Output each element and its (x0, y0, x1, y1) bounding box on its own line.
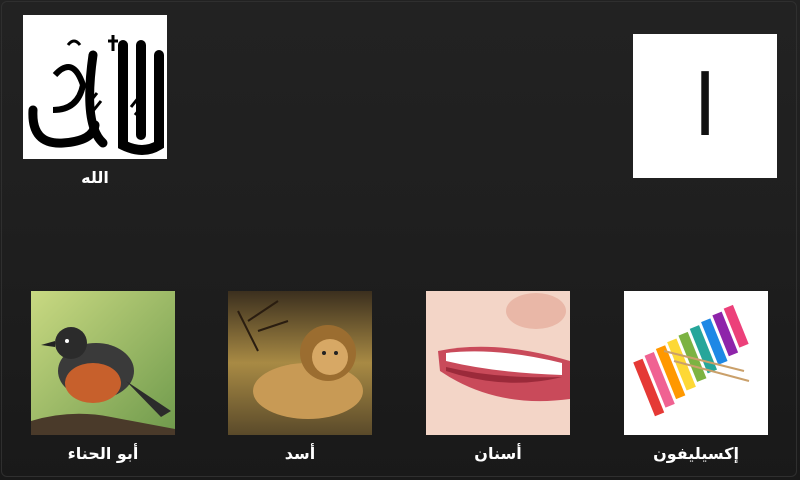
robin-bird-image (31, 291, 175, 435)
allah-calligraphy-tile[interactable] (23, 15, 167, 159)
word-tile-xylophone[interactable] (624, 291, 768, 435)
current-letter-tile[interactable]: ا (633, 34, 777, 178)
allah-calligraphy-icon (23, 15, 167, 159)
word-tile-lion[interactable] (228, 291, 372, 435)
teeth-image (426, 291, 570, 435)
lion-image (228, 291, 372, 435)
word-label-robin: أبو الحناء (67, 444, 139, 463)
letter-alif: ا (693, 57, 717, 155)
allah-label: الله (81, 168, 109, 187)
xylophone-image (624, 291, 768, 435)
word-label-xylophone: إكسيليفون (653, 444, 739, 463)
word-tile-robin[interactable] (31, 291, 175, 435)
word-label-lion: أسد (284, 444, 316, 463)
word-label-teeth: أسنان (474, 444, 522, 463)
word-tile-teeth[interactable] (426, 291, 570, 435)
